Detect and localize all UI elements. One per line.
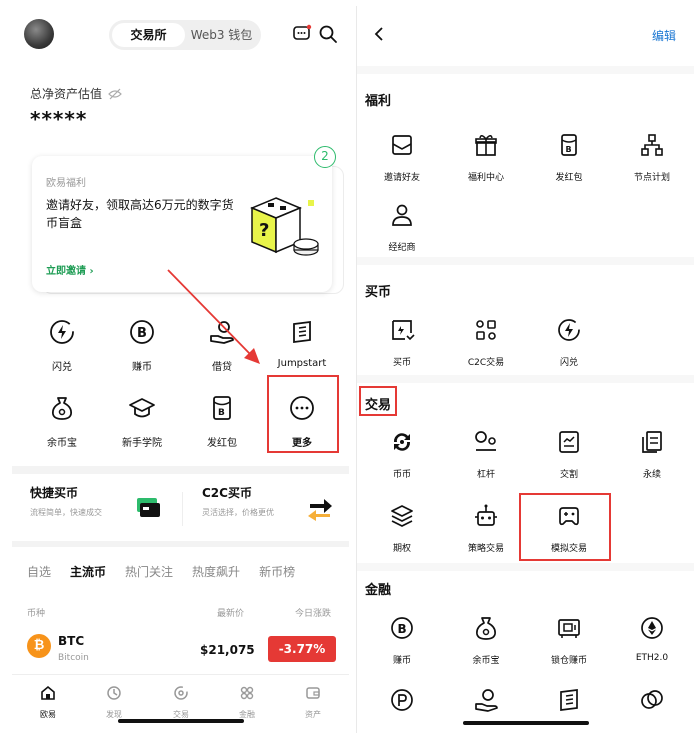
coins-icon — [641, 690, 663, 709]
col-coin: 币种 — [27, 609, 46, 619]
item-perpetual[interactable]: 永续 — [610, 429, 694, 480]
item-futures[interactable]: 交割 — [527, 429, 611, 480]
nav-trade[interactable]: 交易 — [156, 685, 206, 720]
home-indicator — [462, 721, 589, 725]
highlight-trade-title — [359, 386, 397, 416]
item-flash-swap[interactable]: 闪兑 — [527, 317, 611, 368]
divider — [182, 492, 183, 526]
section-title: 金融 — [365, 583, 392, 598]
envelope-icon — [392, 135, 412, 155]
edit-button[interactable]: 编辑 — [652, 27, 676, 44]
gift-icon — [475, 135, 497, 156]
item-earn[interactable]: B 赚币 — [360, 615, 444, 666]
nav-finance[interactable]: 金融 — [222, 685, 272, 720]
robot-icon — [475, 504, 497, 526]
item-node-plan[interactable]: 节点计划 — [610, 132, 694, 183]
btc-coin-icon: ₿ — [27, 634, 51, 658]
highlight-more-box — [267, 375, 339, 453]
item-locked-earn[interactable]: 锁仓赚币 — [527, 615, 611, 666]
svg-text:B: B — [566, 145, 572, 154]
item-finance-8[interactable] — [610, 687, 694, 717]
change-badge[interactable]: -3.77% — [268, 636, 336, 662]
bottom-nav: 欧易 发现 交易 金融 资产 — [12, 674, 349, 733]
item-invite-friends[interactable]: 邀请好友 — [360, 132, 444, 183]
nav-assets[interactable]: 资产 — [288, 685, 338, 720]
network-icon — [641, 134, 663, 156]
item-spot[interactable]: 币币 — [360, 429, 444, 480]
svg-text:B: B — [398, 622, 407, 636]
item-savings[interactable]: 余币宝 — [444, 615, 528, 666]
item-finance-7[interactable] — [527, 687, 611, 717]
item-buy-crypto[interactable]: 买币 — [360, 317, 444, 368]
home-indicator — [117, 719, 244, 723]
item-strategy[interactable]: 策略交易 — [444, 503, 528, 554]
swap-arrows-icon — [308, 499, 332, 521]
coin-symbol: BTC — [58, 634, 85, 648]
item-finance-5[interactable] — [360, 687, 444, 717]
red-packet-icon: B — [561, 134, 577, 156]
item-options[interactable]: 期权 — [360, 503, 444, 554]
home-icon — [41, 685, 55, 700]
nav-discover[interactable]: 发现 — [89, 685, 139, 720]
trade-icon — [174, 686, 188, 700]
market-tabs: 自选 主流币 热门关注 热度飙升 新币榜 — [27, 563, 295, 580]
hand-coin-icon — [475, 689, 498, 712]
item-margin[interactable]: 杠杆 — [444, 429, 528, 480]
section-trade: 交易 币币 杠杆 交割 永续 期权 策略交易 模拟交易 — [357, 383, 694, 563]
c2c-icon — [476, 320, 496, 340]
c2c-buy-card[interactable]: C2C买币 灵活选择，价格更优 — [202, 484, 274, 518]
ethereum-icon — [641, 617, 663, 639]
layers-icon — [391, 505, 413, 527]
tab-trending[interactable]: 热度飙升 — [192, 563, 240, 580]
col-price: 最新价 — [217, 609, 245, 619]
col-change: 今日涨跌 — [295, 609, 332, 619]
card-icon — [137, 498, 160, 517]
futures-icon — [559, 431, 579, 453]
tab-favorites[interactable]: 自选 — [27, 563, 51, 580]
coin-price: $21,075 — [200, 643, 255, 657]
item-broker[interactable]: 经纪商 — [360, 202, 444, 253]
flash-swap-icon — [558, 319, 580, 341]
item-eth2[interactable]: ETH2.0 — [610, 615, 694, 663]
item-c2c[interactable]: C2C交易 — [444, 317, 528, 368]
item-red-packet[interactable]: B 发红包 — [527, 132, 611, 183]
coin-p-icon — [391, 689, 413, 711]
safe-icon — [558, 619, 580, 638]
perpetual-icon — [642, 431, 662, 453]
section-finance: 金融 B 赚币 余币宝 锁仓赚币 ETH2.0 — [357, 571, 694, 733]
finance-icon — [240, 686, 254, 700]
compass-icon — [107, 686, 121, 700]
wallet-icon — [306, 687, 320, 699]
spot-icon — [393, 433, 411, 451]
section-title: 买币 — [365, 285, 392, 300]
more-features-screen: 编辑 福利 邀请好友 福利中心 B 发红包 节点计划 经纪商 买币 买币 C2C… — [356, 6, 694, 733]
highlight-demo-trading — [519, 493, 611, 561]
nav-home[interactable]: 欧易 — [23, 685, 73, 720]
tab-new-coins[interactable]: 新币榜 — [259, 563, 295, 580]
top-bar: 编辑 — [357, 6, 694, 66]
tab-hot[interactable]: 热门关注 — [125, 563, 173, 580]
section-title: 福利 — [365, 94, 392, 109]
item-finance-6[interactable] — [444, 687, 528, 717]
separator — [12, 466, 349, 474]
home-screen: 交易所 Web3 钱包 总净资产估值 ***** 欧易福利 邀请好友，领取高达6… — [12, 6, 349, 733]
back-chevron-icon[interactable] — [371, 26, 387, 42]
tab-mainstream[interactable]: 主流币 — [70, 563, 106, 580]
section-buy: 买币 买币 C2C交易 闪兑 — [357, 265, 694, 375]
section-welfare: 福利 邀请好友 福利中心 B 发红包 节点计划 经纪商 — [357, 74, 694, 257]
margin-icon — [475, 431, 496, 451]
item-welfare-center[interactable]: 福利中心 — [444, 132, 528, 183]
person-icon — [392, 204, 412, 226]
bitcoin-coin-icon: B — [391, 617, 413, 639]
buy-card-icon — [392, 320, 415, 341]
quick-buy-card[interactable]: 快捷买币 流程简单，快速成交 — [30, 484, 102, 518]
coin-name: Bitcoin — [58, 653, 89, 663]
money-bag-icon — [476, 617, 496, 640]
separator — [12, 541, 349, 547]
jumpstart-icon — [560, 689, 578, 711]
